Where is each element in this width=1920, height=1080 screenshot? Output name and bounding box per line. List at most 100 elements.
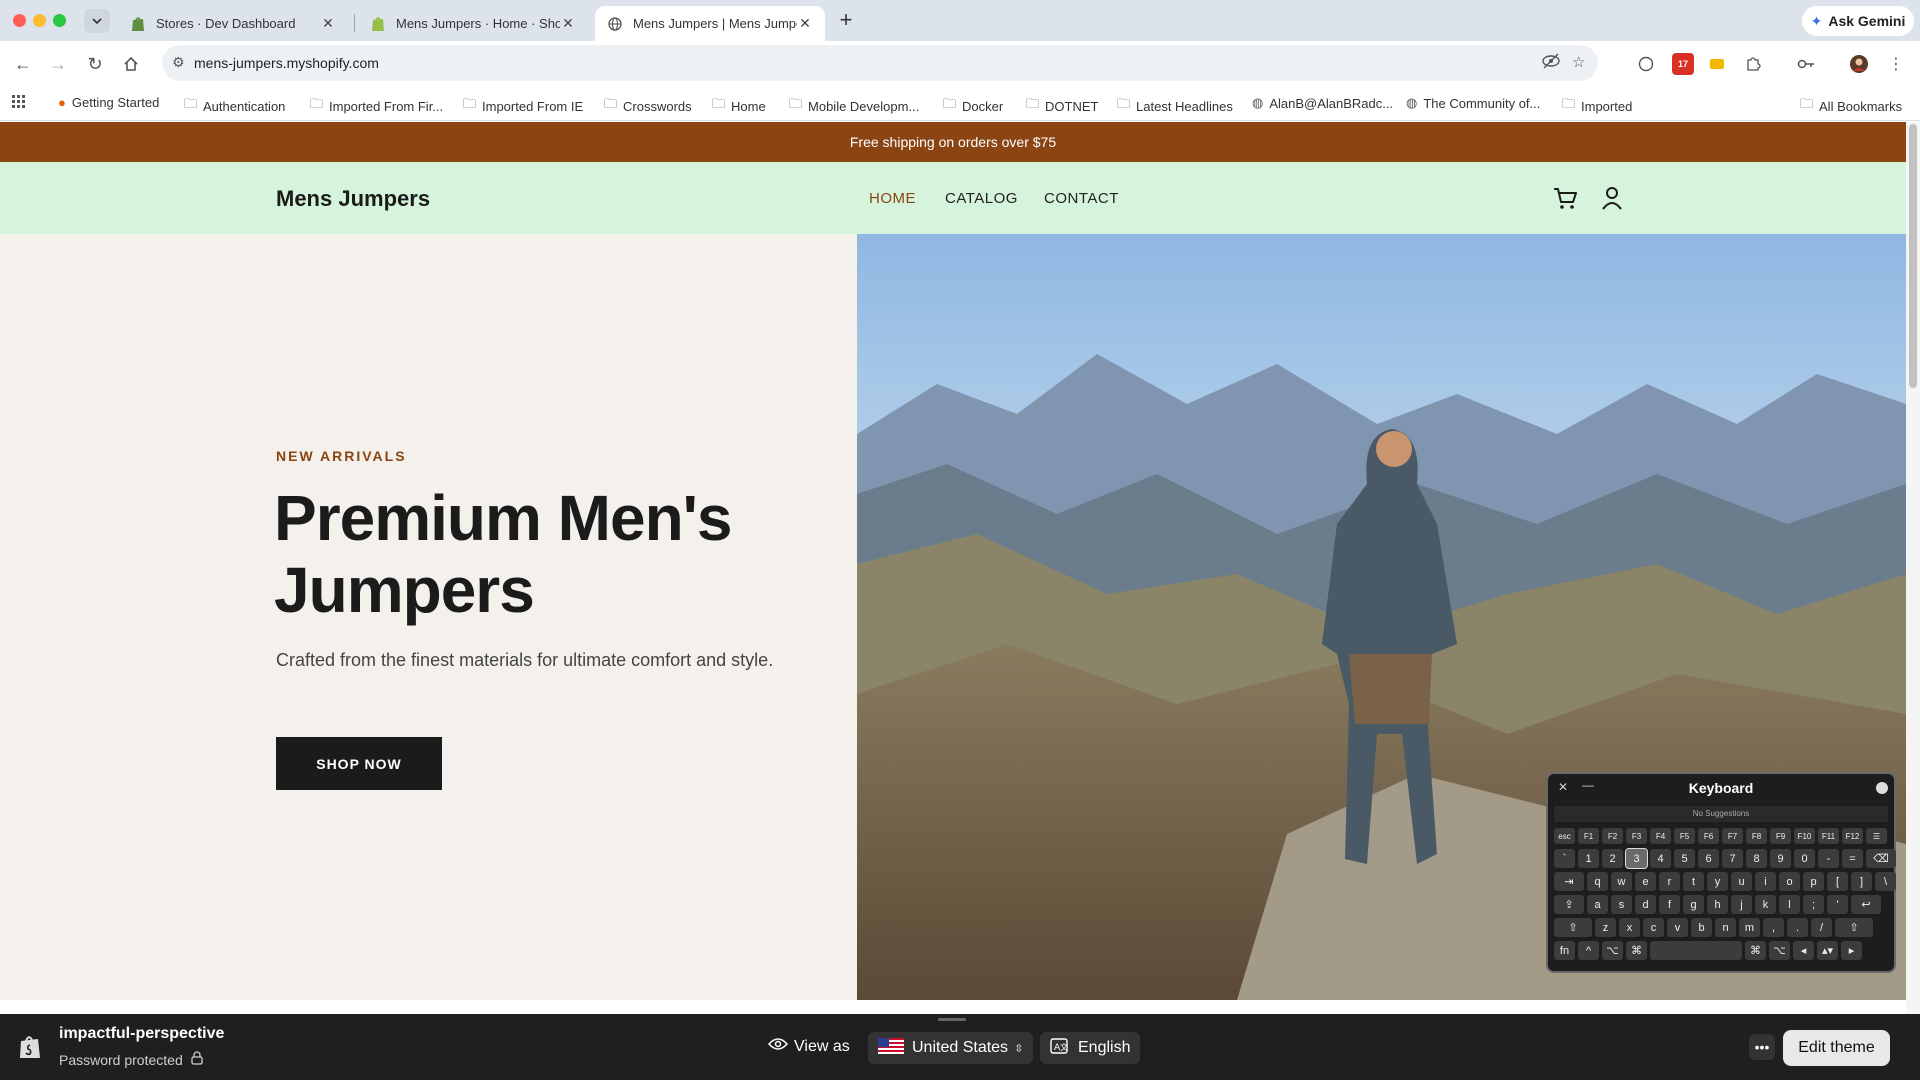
keyboard-key[interactable]: F3 bbox=[1626, 828, 1647, 844]
cart-icon[interactable] bbox=[1551, 184, 1579, 212]
keyboard-key[interactable]: ⌘ bbox=[1626, 941, 1647, 960]
keyboard-key[interactable]: 0 bbox=[1794, 849, 1815, 868]
keyboard-key[interactable]: F11 bbox=[1818, 828, 1839, 844]
extension-circle-icon[interactable] bbox=[1635, 53, 1657, 75]
keyboard-key[interactable]: fn bbox=[1554, 941, 1575, 960]
bookmark-imported-from-firefox[interactable]: 🗀 Imported From Fir... bbox=[310, 95, 443, 117]
keyboard-key[interactable]: F1 bbox=[1578, 828, 1599, 844]
keyboard-key[interactable]: v bbox=[1667, 918, 1688, 937]
bookmark-dotnet[interactable]: 🗀 DOTNET bbox=[1026, 95, 1098, 117]
keyboard-key[interactable]: 6 bbox=[1698, 849, 1719, 868]
keyboard-key[interactable]: F4 bbox=[1650, 828, 1671, 844]
tab-close-icon[interactable]: ✕ bbox=[797, 15, 813, 32]
forward-arrow-icon[interactable]: → bbox=[45, 51, 71, 77]
keyboard-key[interactable]: F8 bbox=[1746, 828, 1767, 844]
keyboard-key[interactable]: F5 bbox=[1674, 828, 1695, 844]
keyboard-key[interactable]: 7 bbox=[1722, 849, 1743, 868]
keyboard-key[interactable]: a bbox=[1587, 895, 1608, 914]
tab-search-button[interactable] bbox=[84, 9, 110, 33]
address-bar[interactable]: ⚙ mens-jumpers.myshopify.com ☆ bbox=[162, 45, 1598, 81]
home-icon[interactable] bbox=[118, 51, 144, 77]
shop-now-button[interactable]: SHOP NOW bbox=[276, 737, 442, 790]
tab-close-icon[interactable]: ✕ bbox=[560, 15, 576, 32]
keyboard-key[interactable]: . bbox=[1787, 918, 1808, 937]
nav-catalog[interactable]: CATALOG bbox=[945, 190, 1018, 207]
keyboard-key[interactable]: q bbox=[1587, 872, 1608, 891]
nav-home[interactable]: HOME bbox=[869, 190, 916, 207]
account-icon[interactable] bbox=[1598, 184, 1626, 212]
keyboard-key[interactable]: F10 bbox=[1794, 828, 1815, 844]
keyboard-key[interactable]: i bbox=[1755, 872, 1776, 891]
bookmark-mobile-development[interactable]: 🗀 Mobile Developm... bbox=[789, 95, 919, 117]
keyboard-key[interactable]: p bbox=[1803, 872, 1824, 891]
bookmark-community[interactable]: ◍ The Community of... bbox=[1406, 95, 1540, 111]
nav-contact[interactable]: CONTACT bbox=[1044, 190, 1119, 207]
keyboard-key[interactable]: ⇪ bbox=[1554, 895, 1584, 914]
tab-stores-dashboard[interactable]: Stores · Dev Dashboard ✕ bbox=[118, 6, 348, 41]
keyboard-key[interactable]: o bbox=[1779, 872, 1800, 891]
keyboard-key[interactable]: f bbox=[1659, 895, 1680, 914]
keyboard-key[interactable]: m bbox=[1739, 918, 1760, 937]
keyboard-key[interactable]: ⇥ bbox=[1554, 872, 1584, 891]
bookmark-imported-from-ie[interactable]: 🗀 Imported From IE bbox=[463, 95, 583, 117]
country-selector[interactable]: United States ⇳ bbox=[868, 1032, 1034, 1064]
keyboard-key[interactable]: ↩ bbox=[1851, 895, 1881, 914]
keyboard-key[interactable]: ] bbox=[1851, 872, 1872, 891]
keyboard-key[interactable]: esc bbox=[1554, 828, 1575, 844]
more-options-button[interactable]: ••• bbox=[1749, 1034, 1775, 1060]
bookmark-authentication[interactable]: 🗀 Authentication bbox=[184, 95, 285, 117]
password-key-icon[interactable] bbox=[1795, 53, 1817, 75]
keyboard-options-icon[interactable] bbox=[1876, 782, 1888, 794]
keyboard-key[interactable]: e bbox=[1635, 872, 1656, 891]
bookmark-imported[interactable]: 🗀 Imported bbox=[1562, 95, 1632, 117]
keyboard-key[interactable]: u bbox=[1731, 872, 1752, 891]
keyboard-key[interactable]: \ bbox=[1875, 872, 1896, 891]
keyboard-key[interactable]: ⇧ bbox=[1835, 918, 1873, 937]
window-zoom-button[interactable] bbox=[53, 14, 66, 27]
keyboard-key[interactable]: ▴▾ bbox=[1817, 941, 1838, 960]
keyboard-key[interactable]: 4 bbox=[1650, 849, 1671, 868]
tab-mens-jumpers-admin[interactable]: Mens Jumpers · Home · Shop ✕ bbox=[358, 6, 588, 41]
keyboard-key[interactable]: = bbox=[1842, 849, 1863, 868]
new-tab-button[interactable]: + bbox=[834, 9, 858, 33]
keyboard-key[interactable]: c bbox=[1643, 918, 1664, 937]
keyboard-key[interactable]: / bbox=[1811, 918, 1832, 937]
browser-menu-icon[interactable]: ⋮ bbox=[1885, 53, 1907, 75]
keyboard-key[interactable]: t bbox=[1683, 872, 1704, 891]
keyboard-key[interactable]: F7 bbox=[1722, 828, 1743, 844]
keyboard-key[interactable]: ☰ bbox=[1866, 828, 1887, 844]
keyboard-key[interactable]: ⌫ bbox=[1866, 849, 1896, 868]
bookmark-docker[interactable]: 🗀 Docker bbox=[943, 95, 1003, 117]
bookmark-star-icon[interactable]: ☆ bbox=[1572, 53, 1585, 71]
keyboard-key[interactable]: j bbox=[1731, 895, 1752, 914]
keyboard-key[interactable]: h bbox=[1707, 895, 1728, 914]
keyboard-key[interactable]: F2 bbox=[1602, 828, 1623, 844]
keyboard-key[interactable]: g bbox=[1683, 895, 1704, 914]
keyboard-key[interactable]: d bbox=[1635, 895, 1656, 914]
keyboard-key[interactable]: ' bbox=[1827, 895, 1848, 914]
keyboard-key[interactable]: ⌥ bbox=[1769, 941, 1790, 960]
keyboard-key[interactable]: ^ bbox=[1578, 941, 1599, 960]
page-scrollbar[interactable] bbox=[1906, 122, 1920, 1014]
tracking-protection-icon[interactable] bbox=[1542, 53, 1560, 73]
site-info-icon[interactable]: ⚙ bbox=[172, 54, 185, 71]
extension-yellow-icon[interactable] bbox=[1706, 53, 1728, 75]
language-selector[interactable]: A文 English bbox=[1040, 1032, 1141, 1064]
extensions-puzzle-icon[interactable] bbox=[1742, 53, 1764, 75]
keyboard-key[interactable]: ▸ bbox=[1841, 941, 1862, 960]
back-arrow-icon[interactable]: ← bbox=[10, 51, 36, 77]
keyboard-key[interactable]: F12 bbox=[1842, 828, 1863, 844]
keyboard-key[interactable]: s bbox=[1611, 895, 1632, 914]
keyboard-key[interactable]: l bbox=[1779, 895, 1800, 914]
window-close-button[interactable] bbox=[13, 14, 26, 27]
keyboard-key[interactable]: F9 bbox=[1770, 828, 1791, 844]
reload-icon[interactable]: ↻ bbox=[82, 51, 108, 77]
bookmark-latest-headlines[interactable]: 🗀 Latest Headlines bbox=[1117, 95, 1233, 117]
keyboard-key[interactable]: 9 bbox=[1770, 849, 1791, 868]
tab-mens-jumpers-store[interactable]: Mens Jumpers | Mens Jumpe ✕ bbox=[595, 6, 825, 41]
keyboard-key[interactable]: x bbox=[1619, 918, 1640, 937]
keyboard-key[interactable]: z bbox=[1595, 918, 1616, 937]
keyboard-key[interactable]: ` bbox=[1554, 849, 1575, 868]
apps-grid-icon[interactable] bbox=[12, 95, 26, 109]
keyboard-key[interactable]: , bbox=[1763, 918, 1784, 937]
